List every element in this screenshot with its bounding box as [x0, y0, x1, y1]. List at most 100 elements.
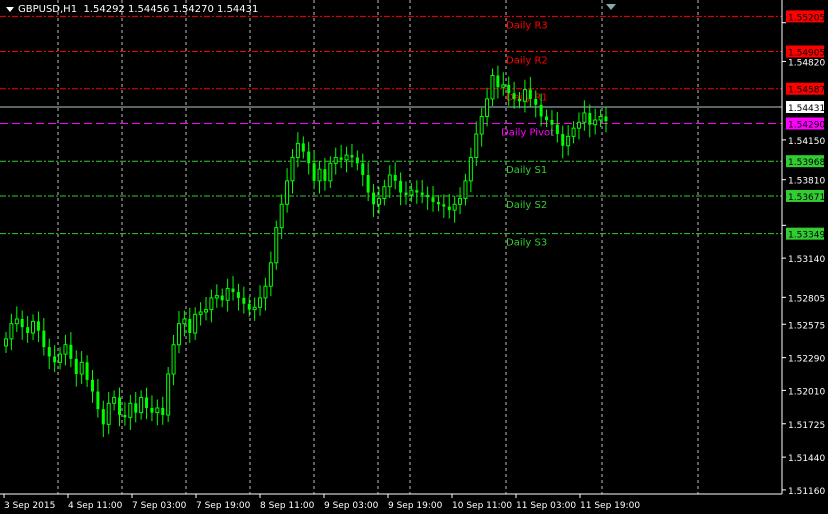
- candle-body-down: [436, 201, 440, 205]
- candle-body-up: [9, 323, 14, 340]
- candle-body-up: [252, 306, 257, 311]
- candle-body-up: [474, 133, 479, 158]
- candle-body-up: [198, 311, 203, 315]
- candle-body-down: [36, 321, 40, 331]
- candle-body-up: [63, 344, 68, 355]
- current-price-value: 1.54431: [788, 104, 825, 114]
- level-price-value: 1.53968: [788, 158, 825, 168]
- candle-body-down: [101, 409, 105, 425]
- candle-body-down: [534, 98, 538, 105]
- candle-body-up: [258, 297, 263, 308]
- level-label: Daily R3: [506, 20, 548, 31]
- candle-body-down: [545, 116, 549, 120]
- candle-body-up: [485, 98, 490, 117]
- candle-body-down: [161, 407, 165, 415]
- candle-body-up: [479, 115, 484, 135]
- price-chart[interactable]: Daily R31.55205Daily R21.54905Daily R11.…: [0, 0, 828, 514]
- x-tick-label: 11 Sep 03:00: [516, 501, 576, 511]
- y-tick-label: 1.53140: [788, 255, 825, 265]
- candle-body-up: [209, 297, 214, 311]
- candle-body-up: [274, 227, 279, 264]
- candle-body-down: [404, 192, 408, 195]
- x-tick-label: 9 Sep 03:00: [324, 501, 379, 511]
- candle-body-up: [263, 285, 268, 299]
- candle-body-down: [528, 89, 532, 99]
- candle-body-down: [96, 391, 100, 410]
- x-tick-label: 4 Sep 11:00: [68, 501, 123, 511]
- candle-body-up: [598, 115, 603, 121]
- candle-body-down: [242, 297, 246, 304]
- level-price-value: 1.54905: [788, 49, 825, 59]
- candle-body-down: [74, 358, 78, 375]
- candle-body-down: [539, 104, 543, 117]
- candle-body-up: [225, 288, 230, 301]
- candle-body-up: [382, 186, 387, 199]
- candle-body-down: [123, 414, 127, 418]
- candle-body-down: [442, 204, 446, 207]
- candle-body-down: [350, 155, 354, 158]
- candle-body-up: [214, 295, 219, 299]
- candle-body-down: [236, 292, 240, 298]
- candle-body-down: [426, 194, 430, 198]
- candle-body-down: [26, 327, 30, 334]
- candle-body-down: [53, 356, 57, 363]
- level-label: Daily S1: [506, 165, 547, 176]
- candle-body-down: [496, 75, 500, 88]
- candle-body-up: [14, 318, 19, 325]
- x-tick-label: 7 Sep 19:00: [196, 501, 251, 511]
- candle-body-down: [393, 175, 397, 181]
- symbol-timeframe: GBPUSD,H1: [18, 4, 78, 15]
- x-tick-label: 8 Sep 11:00: [260, 501, 315, 511]
- candle-body-up: [204, 309, 208, 313]
- candle-body-down: [588, 112, 592, 125]
- candle-body-down: [134, 403, 138, 413]
- candle-body-down: [399, 180, 403, 193]
- candle-body-down: [339, 157, 343, 160]
- candle-body-down: [301, 143, 305, 152]
- menu-triangle-icon[interactable]: [6, 6, 14, 12]
- level-label: Daily S2: [506, 200, 547, 211]
- y-tick-label: 1.51440: [788, 454, 825, 464]
- candle-body-down: [372, 192, 376, 205]
- candle-body-down: [69, 344, 73, 359]
- x-tick-label: 10 Sep 11:00: [452, 501, 512, 511]
- candle-body-down: [355, 157, 359, 164]
- candle-body-down: [415, 190, 419, 193]
- candle-body-up: [139, 396, 144, 414]
- level-price-value: 1.54290: [788, 121, 825, 131]
- candle-body-up: [452, 203, 457, 211]
- candle-body-down: [420, 192, 424, 195]
- x-tick-label: 11 Sep 19:00: [580, 501, 640, 511]
- candle-body-down: [90, 379, 94, 392]
- candle-body-up: [112, 396, 117, 404]
- level-price-value: 1.53671: [788, 193, 825, 203]
- candle-body-up: [155, 407, 160, 414]
- chart-window[interactable]: Daily R3 1.55205 Daily R2 1.54905 Daily R1 1.…: [0, 0, 828, 514]
- candle-body-up: [566, 135, 571, 147]
- candle-body-up: [193, 313, 198, 334]
- candle-body-up: [166, 373, 171, 416]
- candle-body-up: [387, 174, 392, 188]
- candle-body-up: [571, 127, 576, 137]
- candle-body-down: [518, 98, 522, 102]
- candle-body-down: [247, 303, 251, 310]
- candle-body-down: [550, 119, 554, 125]
- candle-body-down: [145, 397, 149, 408]
- candle-body-down: [188, 318, 192, 334]
- candle-body-up: [171, 344, 176, 375]
- candle-body-down: [20, 318, 24, 328]
- y-tick-label: 1.51725: [788, 421, 825, 431]
- candle-body-down: [312, 163, 316, 181]
- candle-body-down: [431, 197, 435, 202]
- candle-body-up: [58, 353, 63, 363]
- candle-body-down: [231, 288, 235, 293]
- candle-body-up: [285, 180, 290, 205]
- candle-body-down: [307, 151, 311, 164]
- x-tick-label: 3 Sep 2015: [4, 501, 55, 511]
- candle-body-down: [42, 330, 46, 348]
- x-tick-label: 9 Sep 19:00: [388, 501, 443, 511]
- candle-body-up: [268, 262, 273, 287]
- candle-body-up: [344, 154, 349, 161]
- y-tick-label: 1.54150: [788, 137, 825, 147]
- candle-body-down: [366, 175, 370, 193]
